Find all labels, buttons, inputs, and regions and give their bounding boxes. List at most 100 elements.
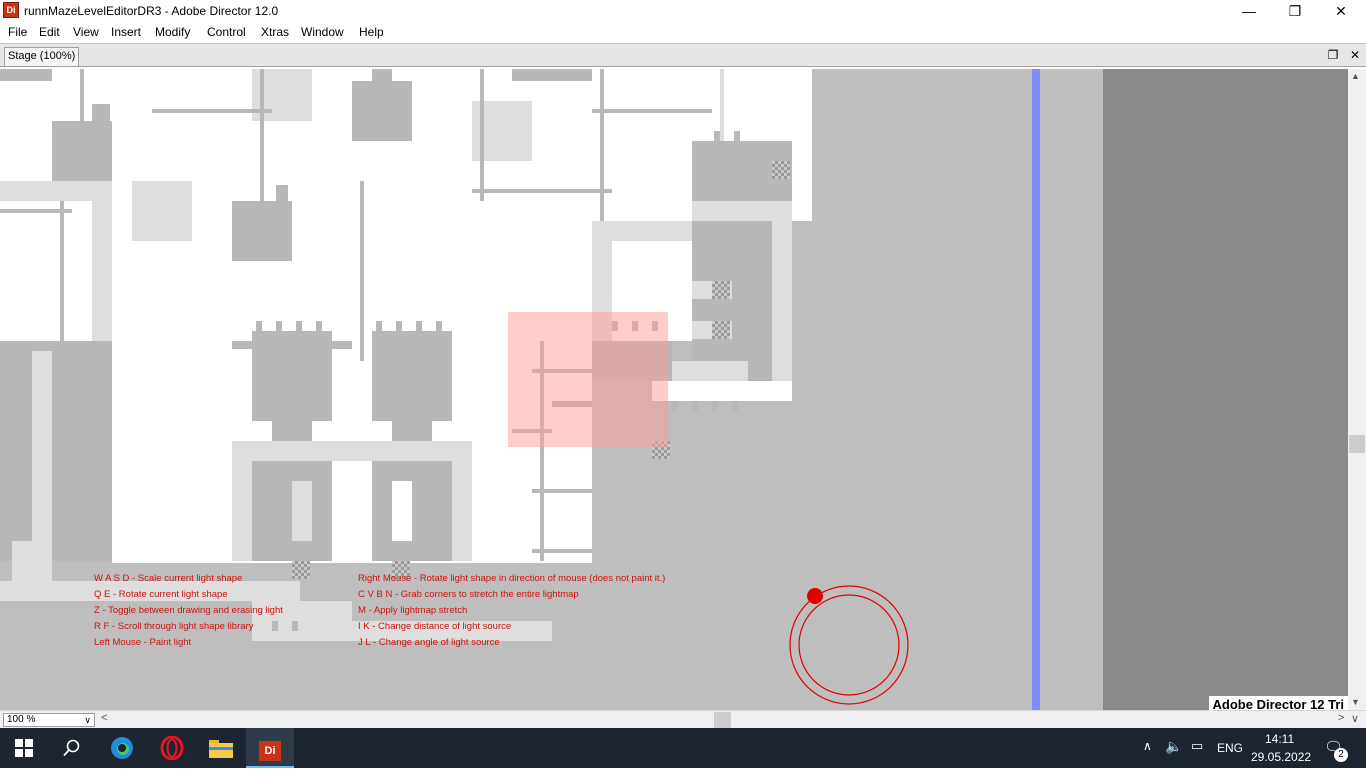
show-hidden-icons-chevron[interactable]: ∧	[1143, 739, 1152, 753]
menu-edit[interactable]: Edit	[39, 25, 60, 39]
pipe	[600, 69, 604, 229]
edge-browser-icon[interactable]	[98, 728, 146, 768]
vertical-scrollbar[interactable]: ▲ ▼	[1348, 69, 1366, 710]
file-explorer-icon[interactable]	[197, 728, 245, 768]
wall-block	[0, 69, 52, 81]
tower-slot	[392, 481, 412, 541]
restore-panel-icon[interactable]: ❐	[1326, 47, 1340, 63]
adobe-director-icon[interactable]: Di	[246, 728, 294, 768]
vertical-scroll-thumb[interactable]	[1349, 435, 1365, 453]
wall-edge	[232, 441, 472, 461]
title-bar: Di runnMazeLevelEditorDR3 - Adobe Direct…	[0, 0, 1366, 22]
tower-teeth	[256, 321, 332, 331]
wall-edge	[32, 351, 52, 541]
director-taskbar-label: Di	[259, 741, 281, 761]
scroll-left-icon[interactable]: <	[101, 712, 107, 724]
clock-time[interactable]: 14:11	[1265, 732, 1294, 746]
restore-icon[interactable]: ❐	[1272, 0, 1318, 22]
wall-block	[372, 69, 392, 81]
scroll-right-icon[interactable]: >	[1338, 712, 1344, 724]
menu-help[interactable]: Help	[359, 25, 384, 39]
pipe	[472, 189, 612, 193]
wall-edge	[92, 201, 112, 341]
light-angle-handle[interactable]	[807, 588, 823, 604]
chevron-down-icon: ∨	[84, 715, 91, 725]
menu-insert[interactable]: Insert	[111, 25, 141, 39]
tower-slot	[292, 481, 312, 541]
tower-teeth	[672, 401, 752, 411]
zoom-value: 100 %	[7, 714, 36, 725]
windows-taskbar: Di ∧ 🔈 ▭ ENG 14:11 29.05.2022 🗨 2	[0, 728, 1366, 768]
menu-window[interactable]: Window	[301, 25, 344, 39]
wall-edge	[0, 181, 112, 201]
wall-block	[352, 81, 412, 141]
pipe	[60, 181, 64, 341]
wall-block	[92, 104, 110, 121]
pipe	[152, 109, 272, 113]
horizontal-scroll-thumb[interactable]	[714, 712, 731, 728]
help-line: I K - Change distance of light source	[358, 621, 512, 632]
checker-tile	[292, 561, 310, 579]
director-app-icon[interactable]: Di	[3, 2, 19, 18]
help-line: R F - Scroll through light shape library	[94, 621, 254, 632]
minimize-icon[interactable]: —	[1226, 0, 1272, 22]
menu-modify[interactable]: Modify	[155, 25, 190, 39]
pipe	[592, 109, 712, 113]
windows-start-icon[interactable]	[0, 728, 48, 768]
stage-tab[interactable]: Stage (100%)	[4, 47, 80, 66]
pipe	[80, 69, 84, 121]
light-source-indicator[interactable]	[780, 579, 920, 709]
wall-block	[52, 121, 112, 181]
wall-edge	[772, 201, 792, 381]
wall-block	[512, 69, 592, 81]
menu-xtras[interactable]: Xtras	[261, 25, 289, 39]
help-line: J L - Change angle of light source	[358, 637, 500, 648]
tower	[692, 221, 772, 381]
help-line: W A S D - Scale current light shape	[94, 573, 243, 584]
help-line: Left Mouse - Paint light	[94, 637, 192, 648]
checker-tile	[772, 161, 790, 179]
light-shape[interactable]	[508, 312, 668, 447]
pipe	[360, 181, 364, 361]
menu-view[interactable]: View	[73, 25, 99, 39]
tower-teeth	[272, 621, 312, 631]
speaker-icon[interactable]: 🔈	[1165, 738, 1182, 755]
scroll-up-icon[interactable]: ▲	[1351, 71, 1360, 81]
wall-block	[132, 181, 192, 241]
wall-block	[232, 201, 292, 261]
tower-teeth	[714, 131, 754, 141]
tower	[372, 461, 452, 561]
pipe	[532, 489, 592, 493]
pipe	[532, 549, 592, 553]
blue-boundary-line	[1032, 69, 1040, 710]
zoom-select[interactable]: 100 % ∨	[3, 713, 95, 727]
opera-browser-icon[interactable]	[148, 728, 196, 768]
dark-panel	[1103, 69, 1348, 710]
help-line: C V B N - Grab corners to stretch the en…	[358, 589, 579, 600]
notification-badge: 2	[1334, 748, 1348, 762]
tower	[252, 331, 332, 421]
checker-tile	[712, 281, 730, 299]
trial-watermark: Adobe Director 12 Tri	[1208, 696, 1348, 710]
scroll-down-icon[interactable]: ∨	[1351, 712, 1359, 725]
stage-tab-bar: Stage (100%) ❐ ✕	[0, 43, 1366, 67]
menu-control[interactable]: Control	[207, 25, 246, 39]
clock-date[interactable]: 29.05.2022	[1251, 750, 1311, 764]
stage-canvas[interactable]: W A S D - Scale current light shape Q E …	[0, 69, 1348, 710]
light-distance-ring	[789, 585, 909, 705]
help-line: Right Mouse - Rotate light shape in dire…	[358, 573, 666, 584]
wall-edge	[12, 541, 52, 581]
tower-teeth	[376, 321, 452, 331]
menu-file[interactable]: File	[8, 25, 27, 39]
network-icon[interactable]: ▭	[1191, 738, 1203, 754]
close-icon[interactable]: ✕	[1318, 0, 1364, 22]
light-inner-ring	[798, 594, 900, 696]
close-panel-icon[interactable]: ✕	[1348, 47, 1362, 63]
checker-tile	[712, 321, 730, 339]
language-indicator[interactable]: ENG	[1217, 741, 1243, 755]
search-icon[interactable]	[48, 728, 96, 768]
scroll-down-icon[interactable]: ▼	[1351, 697, 1360, 707]
horizontal-scrollbar[interactable]: 100 % ∨ < > ∨	[0, 710, 1366, 728]
help-line: Q E - Rotate current light shape	[94, 589, 228, 600]
wall-block	[276, 185, 288, 201]
